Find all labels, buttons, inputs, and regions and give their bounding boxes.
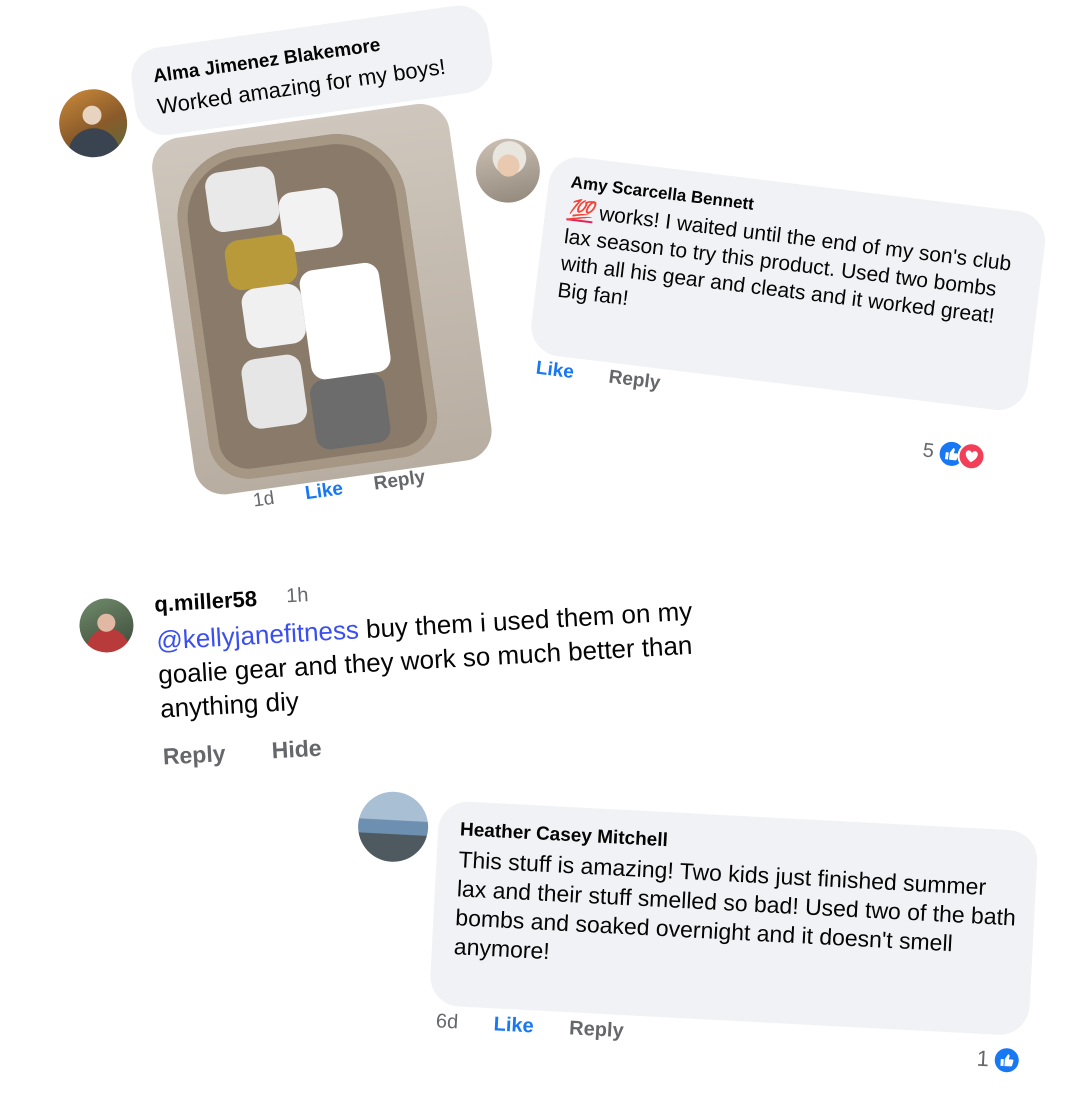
reply-button[interactable]: Reply [569,1017,625,1042]
comment-text: This stuff is amazing! Two kids just fin… [453,846,1017,965]
avatar[interactable] [356,790,430,864]
avatar[interactable] [78,596,135,654]
comment-actions: 6d Like Reply [435,1010,654,1044]
reactions-summary[interactable]: 5 [921,436,988,472]
comment-time: 1d [251,487,276,512]
comment-time: 1h [285,584,309,608]
cleat-shape [308,371,393,452]
like-button[interactable]: Like [493,1013,534,1037]
comment-text: 💯 works! I waited until the end of my so… [556,196,1036,360]
comment-text-body: works! I waited until the end of my son'… [556,201,1013,328]
glove-shape [239,282,308,350]
comment-heather: Heather Casey Mitchell This stuff is ama… [345,790,1049,1106]
comment-text-body: buy them i used them on my goalie gear a… [157,595,694,724]
pad-shape [297,261,393,382]
comment-time: 6d [435,1010,459,1034]
hundred-points-icon: 💯 [566,198,595,225]
like-button[interactable]: Like [304,478,345,504]
avatar[interactable] [54,84,132,162]
hide-button[interactable]: Hide [271,735,322,764]
comment-actions: Reply Hide [162,732,362,770]
reply-button[interactable]: Reply [608,367,662,394]
comment-bubble: Heather Casey Mitchell This stuff is ama… [428,800,1039,1037]
glove-shape [203,164,282,234]
like-button[interactable]: Like [535,358,575,383]
comment-author[interactable]: q.miller58 [154,586,258,618]
reactions-summary[interactable]: 1 [976,1045,1022,1075]
pad-shape [239,352,309,431]
comment-photo[interactable] [148,100,496,499]
avatar[interactable] [472,135,544,207]
reaction-count: 5 [921,438,936,463]
comment-qmiller: q.miller58 1h @kellyjanefitness buy them… [78,561,788,790]
love-icon [956,440,988,472]
reply-button[interactable]: Reply [162,740,226,769]
like-icon [992,1045,1022,1075]
reaction-count: 1 [976,1045,990,1072]
